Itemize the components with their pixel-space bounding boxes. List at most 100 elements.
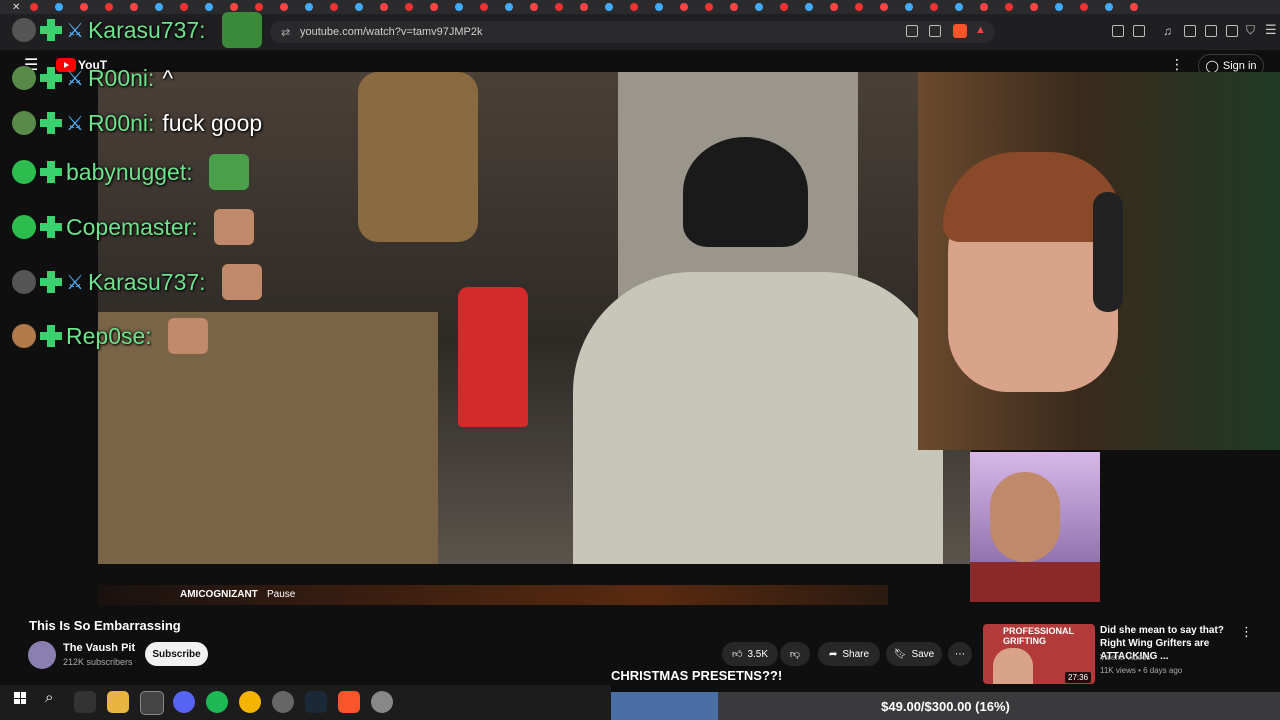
spotify-icon[interactable] <box>206 691 228 713</box>
tab-favicon-icon[interactable] <box>1030 3 1038 11</box>
vpn-icon[interactable] <box>1226 25 1238 37</box>
thumbnail-text: PROFESSIONAL GRIFTING <box>1003 626 1074 646</box>
share-button[interactable]: ➦ Share <box>818 642 880 666</box>
extra-app-icon[interactable] <box>371 691 393 713</box>
sub-badge-icon <box>40 325 62 347</box>
file-explorer-icon[interactable] <box>107 691 129 713</box>
tab-favicon-icon[interactable] <box>455 3 463 11</box>
tab-favicon-icon[interactable] <box>280 3 288 11</box>
tab-favicon-icon[interactable] <box>405 3 413 11</box>
tab-favicon-icon[interactable] <box>830 3 838 11</box>
extensions-icon[interactable] <box>1112 25 1124 37</box>
tab-favicon-icon[interactable] <box>630 3 638 11</box>
video-duration: 27:36 <box>1065 672 1092 683</box>
windows-start-icon[interactable] <box>14 692 26 704</box>
tab-favicon-icon[interactable] <box>555 3 563 11</box>
recommended-video-meta: 11K views • 6 days ago <box>1100 666 1183 675</box>
chrome-icon[interactable] <box>239 691 261 713</box>
share-page-icon[interactable] <box>929 25 941 37</box>
tab-favicon-icon[interactable] <box>380 3 388 11</box>
headphones <box>1093 192 1123 312</box>
tab-favicon-icon[interactable] <box>905 3 913 11</box>
bookmark-icon: 🔖︎ <box>893 648 907 660</box>
video-player[interactable] <box>98 72 971 564</box>
tab-favicon-icon[interactable] <box>930 3 938 11</box>
tab-favicon-icon[interactable] <box>955 3 963 11</box>
sign-in-label: Sign in <box>1222 60 1257 72</box>
tab-favicon-icon[interactable] <box>1005 3 1013 11</box>
tab-favicon-icon[interactable] <box>755 3 763 11</box>
more-actions-button[interactable]: ⋯ <box>948 642 972 666</box>
media-icon[interactable]: ♫ <box>1163 24 1172 38</box>
chat-message: ⚔ R00ni: ^ <box>12 58 173 98</box>
chat-avatar-icon <box>12 18 36 42</box>
app-icon[interactable] <box>272 691 294 713</box>
brave-icon[interactable] <box>338 691 360 713</box>
emote-icon <box>221 264 262 300</box>
emote-icon <box>208 154 249 190</box>
man-in-coat <box>573 272 943 564</box>
tab-favicon-icon[interactable] <box>1080 3 1088 11</box>
tab-favicon-icon[interactable] <box>680 3 688 11</box>
tab-favicon-icon[interactable] <box>430 3 438 11</box>
tab-favicon-icon[interactable] <box>605 3 613 11</box>
tab-favicon-icon[interactable] <box>480 3 488 11</box>
dislike-button[interactable]: 👎︎ <box>780 642 810 666</box>
tab-favicon-icon[interactable] <box>1055 3 1063 11</box>
tab-favicon-icon[interactable] <box>505 3 513 11</box>
obs-icon[interactable] <box>140 691 164 715</box>
tab-favicon-icon[interactable] <box>330 3 338 11</box>
chat-message: ⚔ Karasu737: <box>12 262 262 302</box>
account-icon: ◯ <box>1205 59 1219 73</box>
tab-favicon-icon[interactable] <box>730 3 738 11</box>
tab-favicon-icon[interactable] <box>655 3 663 11</box>
tab-favicon-icon[interactable] <box>880 3 888 11</box>
chat-message: Rep0se: <box>12 316 208 356</box>
tab-favicon-icon[interactable] <box>305 3 313 11</box>
sword-badge-icon: ⚔ <box>66 19 84 42</box>
like-button[interactable]: 👍︎ 3.5K <box>722 642 778 666</box>
channel-name[interactable]: The Vaush Pit <box>63 642 135 654</box>
pause-label[interactable]: Pause <box>267 589 295 600</box>
site-info-icon[interactable]: ⇄ <box>281 26 290 39</box>
chat-username: babynugget: <box>66 158 193 185</box>
discord-icon[interactable] <box>173 691 195 713</box>
tab-favicon-icon[interactable] <box>780 3 788 11</box>
sub-badge-icon <box>40 271 62 293</box>
steam-icon[interactable] <box>305 691 327 713</box>
tab-favicon-icon[interactable] <box>805 3 813 11</box>
tab-favicon-icon[interactable] <box>1130 3 1138 11</box>
save-label: Save <box>911 648 935 660</box>
task-view-icon[interactable] <box>74 691 96 713</box>
recommended-video-channel[interactable]: Valenti Videos <box>1100 653 1150 662</box>
url-text[interactable]: youtube.com/watch?v=tamv97JMP2k <box>300 26 483 38</box>
menu-icon[interactable]: ☰ <box>1265 22 1277 38</box>
brave-shield-icon[interactable] <box>953 24 967 38</box>
wooden-sign <box>358 72 478 242</box>
sidebar-icon[interactable] <box>1184 25 1196 37</box>
channel-avatar[interactable] <box>28 641 56 669</box>
subscriber-count: 212K subscribers <box>63 657 133 667</box>
chat-username: Copemaster: <box>66 213 198 240</box>
tab-favicon-icon[interactable] <box>855 3 863 11</box>
subscribe-button[interactable]: Subscribe <box>145 642 208 666</box>
tab-favicon-icon[interactable] <box>705 3 713 11</box>
save-button[interactable]: 🔖︎ Save <box>886 642 942 666</box>
recommendation-menu-icon[interactable]: ⋮ <box>1240 624 1253 640</box>
tab-favicon-icon[interactable] <box>1105 3 1113 11</box>
cast-icon[interactable] <box>906 25 918 37</box>
tab-favicon-icon[interactable] <box>980 3 988 11</box>
tab-favicon-icon[interactable] <box>355 3 363 11</box>
tab-favicon-icon[interactable] <box>530 3 538 11</box>
tab-icon[interactable] <box>1133 25 1145 37</box>
wallet-icon[interactable] <box>1205 25 1217 37</box>
rewards-icon[interactable]: ▲ <box>975 24 986 36</box>
shield-icon[interactable]: ⛉ <box>1246 23 1255 38</box>
red-dress-figure <box>458 287 528 427</box>
search-icon[interactable]: ⌕ <box>45 689 53 706</box>
more-options-icon[interactable]: ⋮ <box>1170 56 1184 73</box>
tab-favicon-icon[interactable] <box>580 3 588 11</box>
sword-badge-icon: ⚔ <box>66 112 84 135</box>
share-icon: ➦ <box>828 648 838 660</box>
emote-icon <box>221 12 262 48</box>
